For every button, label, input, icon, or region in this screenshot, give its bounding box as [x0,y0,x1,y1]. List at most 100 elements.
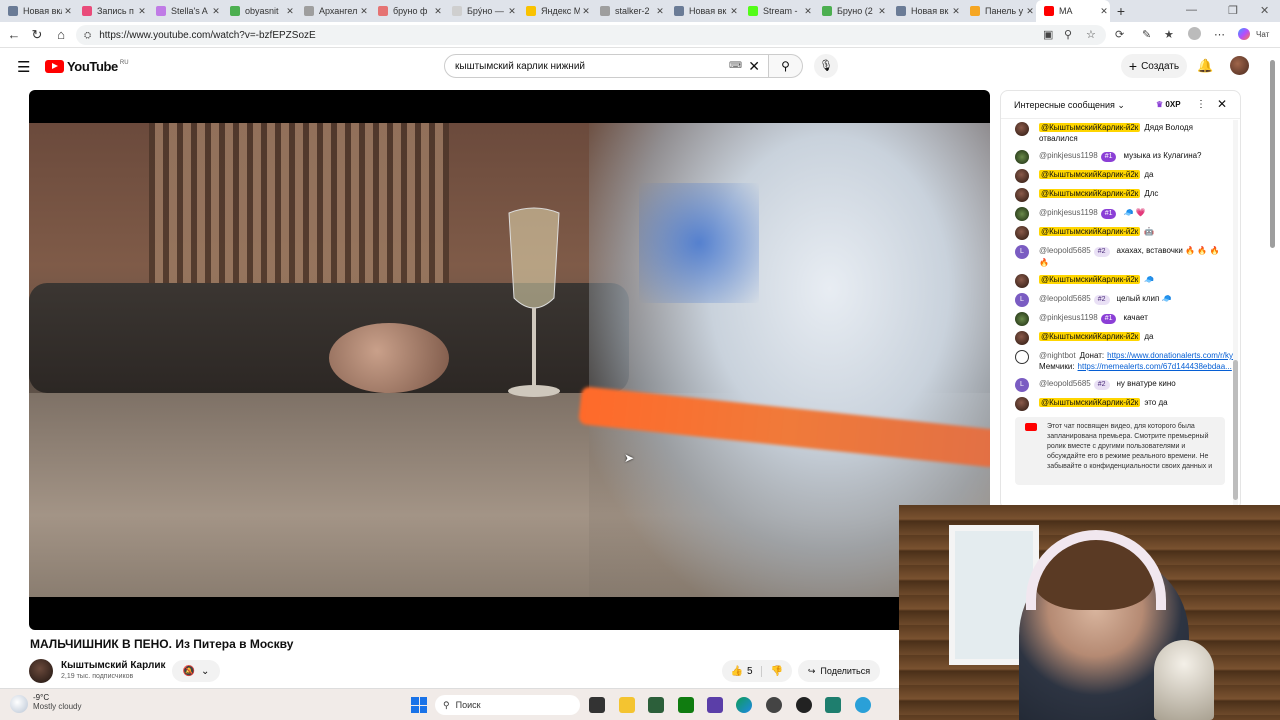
favorite-star-icon[interactable]: ☆ [1086,28,1096,41]
chat-message[interactable]: @КыштымскийКарлик-й2к это да [1001,394,1237,413]
chat-author-avatar[interactable]: L [1015,245,1029,259]
tab-close-icon[interactable]: ✕ [136,6,148,17]
dislike-button[interactable]: 👎 [762,666,792,677]
chat-message[interactable]: @pinkjesus1198 #1 🧢 💗 [1001,204,1237,223]
chat-menu-icon[interactable]: ⋮ [1196,99,1206,110]
tab-close-icon[interactable]: ✕ [950,6,962,17]
chat-message[interactable]: @КыштымскийКарлик-й2к да [1001,166,1237,185]
browser-tab[interactable]: stalker-2 ✕ [592,0,666,22]
edge-icon[interactable] [736,697,752,713]
account-avatar[interactable] [1230,56,1249,75]
chat-author-name[interactable]: @КыштымскийКарлик-й2к [1039,275,1141,284]
video-frame[interactable] [29,123,990,597]
chat-author-name[interactable]: @leopold5685 [1039,294,1091,303]
bot-link[interactable]: https://memealerts.com/67d144438ebdaa... [1078,362,1232,371]
chat-author-name[interactable]: @КыштымскийКарлик-й2к [1039,398,1141,407]
browser-tab[interactable]: Stella's A ✕ [148,0,222,22]
back-icon[interactable]: ← [6,27,22,42]
file-explorer-icon[interactable] [619,697,635,713]
minimize-icon[interactable]: — [1186,4,1197,16]
chat-author-avatar[interactable] [1015,397,1029,411]
browser-tab[interactable]: Stream - ✕ [740,0,814,22]
tab-close-icon[interactable]: ✕ [284,6,296,17]
chat-author-avatar[interactable] [1015,226,1029,240]
tab-close-icon[interactable]: ✕ [1024,6,1036,17]
tab-close-icon[interactable]: ✕ [728,6,740,17]
xbox-icon[interactable] [678,697,694,713]
browser-tab[interactable]: Новая вк ✕ [666,0,740,22]
voice-search-button[interactable]: 🎙 [814,54,838,78]
bot-link[interactable]: https://www.donationalerts.com/r/kysh... [1107,351,1237,360]
browser-tab[interactable]: Панель у ✕ [962,0,1036,22]
url-bar[interactable]: ⛭ https://www.youtube.com/watch?v=-bzfEP… [76,25,1106,45]
channel-avatar[interactable] [29,659,53,683]
chat-message[interactable]: L @leopold5685 #2 целый клип 🧢 [1001,290,1237,309]
chat-author-avatar[interactable] [1015,122,1029,136]
tab-close-icon[interactable]: ✕ [432,6,444,17]
chat-author-name[interactable]: @pinkjesus1198 [1039,208,1098,217]
copilot-icon[interactable] [1238,28,1250,40]
chat-author-avatar[interactable] [1015,274,1029,288]
chat-author-name[interactable]: @pinkjesus1198 [1039,313,1098,322]
create-button[interactable]: + Создать [1121,54,1187,78]
browser-tab[interactable]: Яндекс М ✕ [518,0,592,22]
notifications-icon[interactable]: 🔔 [1197,58,1213,74]
like-button[interactable]: 👍 5 [722,665,762,677]
chat-author-avatar[interactable] [1015,331,1029,345]
menu-icon[interactable]: ☰ [17,58,30,76]
chat-author-name[interactable]: @leopold5685 [1039,379,1091,388]
chat-author-avatar[interactable]: L [1015,293,1029,307]
chat-author-avatar[interactable]: L [1015,378,1029,392]
browser-tab[interactable]: Новая вк ✕ [888,0,962,22]
notes-icon[interactable] [825,697,841,713]
page-scroll-thumb[interactable] [1270,60,1275,248]
taskbar-search[interactable]: ⚲ Поиск [435,695,580,715]
extensions-icon[interactable]: ⟳ [1115,28,1124,41]
reload-icon[interactable]: ↻ [29,27,45,43]
app-icon[interactable] [796,697,812,713]
window-close-icon[interactable]: ✕ [1260,4,1269,17]
chat-author-avatar[interactable] [1015,312,1029,326]
obs-icon[interactable] [707,697,723,713]
browser-tab[interactable]: obyasnit ✕ [222,0,296,22]
search-input[interactable]: кыштымский карлик нижний ⌨ ✕ [444,54,769,78]
tab-close-icon[interactable]: ✕ [62,6,74,17]
tab-close-icon[interactable]: ✕ [358,6,370,17]
tab-close-icon[interactable]: ✕ [802,6,814,17]
chat-message[interactable]: L @leopold5685 #2 ну внатуре кино [1001,375,1237,394]
share-button[interactable]: ↪ Поделиться [798,660,880,682]
chat-message[interactable]: @КыштымскийКарлик-й2к да [1001,328,1237,347]
chat-author-name[interactable]: @КыштымскийКарлик-й2к [1039,189,1141,198]
chat-author-name[interactable]: @КыштымскийКарлик-й2к [1039,332,1141,341]
close-chat-icon[interactable]: ✕ [1217,97,1227,111]
chat-message-bot[interactable]: @nightbot Донат: https://www.donationalert… [1001,347,1237,375]
pin-icon[interactable]: ✎ [1142,28,1151,41]
more-icon[interactable]: ⋯ [1214,28,1225,41]
chat-author-avatar[interactable] [1015,188,1029,202]
chat-mode-selector[interactable]: Интересные сообщения ⌄ [1014,100,1125,111]
zoom-icon[interactable]: ⚲ [1064,28,1072,41]
tab-close-icon[interactable]: ✕ [580,6,592,17]
chat-scrollbar[interactable] [1233,120,1238,505]
browser-tab[interactable]: МА ✕ [1036,0,1110,22]
chat-scroll-thumb[interactable] [1233,360,1238,500]
video-player[interactable] [29,90,990,630]
home-icon[interactable]: ⌂ [53,27,69,42]
chat-author-name[interactable]: @КыштымскийКарлик-й2к [1039,123,1141,132]
chat-message[interactable]: @КыштымскийКарлик-й2к Длс [1001,185,1237,204]
bot-avatar[interactable] [1015,350,1029,364]
chat-author-avatar[interactable] [1015,207,1029,221]
chat-message[interactable]: @КыштымскийКарлик-й2к 🧢 [1001,271,1237,290]
chat-author-name[interactable]: @leopold5685 [1039,246,1091,255]
restore-icon[interactable]: ❐ [1228,4,1238,17]
browser-tab[interactable]: Запись п ✕ [74,0,148,22]
search-button[interactable]: ⚲ [769,54,803,78]
chat-message[interactable]: @pinkjesus1198 #1 музыка из Кулагина? [1001,147,1237,166]
chat-message[interactable]: @КыштымскийКарлик-й2к Дядя Володя отвалил… [1001,119,1237,147]
favorites-icon[interactable]: ★ [1164,28,1174,41]
xp-button[interactable]: ♛ 0XP [1156,100,1181,109]
youtube-logo[interactable]: YouTube RU [45,59,129,74]
clear-search-icon[interactable]: ✕ [748,58,760,75]
weather-widget[interactable]: -9°C Mostly cloudy [10,693,81,713]
tab-close-icon[interactable]: ✕ [654,6,666,17]
